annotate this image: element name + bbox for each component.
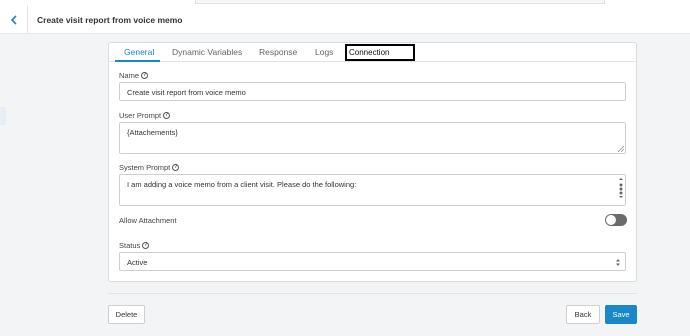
sidebar-marker: [0, 107, 6, 125]
help-icon[interactable]: ?: [172, 164, 180, 171]
system-prompt-label: System Prompt ?: [119, 163, 180, 172]
system-prompt-value: I am adding a voice memo from a client v…: [127, 180, 357, 189]
active-tab-underline: [115, 60, 160, 62]
select-arrows-icon: [616, 259, 620, 266]
tab-response[interactable]: Response: [259, 47, 297, 57]
system-prompt-textarea[interactable]: I am adding a voice memo from a client v…: [119, 174, 626, 206]
user-prompt-label: User Prompt ?: [119, 111, 171, 120]
help-icon[interactable]: ?: [142, 242, 150, 249]
delete-button[interactable]: Delete: [108, 305, 145, 324]
scroll-dots-icon[interactable]: [618, 177, 624, 199]
toggle-knob: [606, 215, 616, 225]
help-icon[interactable]: ?: [141, 72, 149, 79]
status-select[interactable]: Active: [119, 252, 626, 271]
back-button[interactable]: Back: [566, 305, 600, 324]
status-label-text: Status: [119, 241, 141, 250]
status-label: Status ?: [119, 241, 150, 250]
help-icon[interactable]: ?: [163, 112, 171, 119]
status-value: Active: [127, 258, 148, 267]
system-prompt-label-text: System Prompt: [119, 163, 171, 172]
tab-dynamic-variables[interactable]: Dynamic Variables: [172, 47, 242, 57]
tab-general[interactable]: General: [124, 47, 154, 57]
top-strip-segment: [195, 0, 605, 4]
tab-bar: General Dynamic Variables Response Logs …: [109, 43, 636, 62]
user-prompt-textarea[interactable]: {Attachements}: [119, 122, 626, 154]
name-label: Name ?: [119, 71, 149, 80]
tab-logs[interactable]: Logs: [315, 47, 333, 57]
footer-divider: [108, 293, 637, 294]
tab-connection[interactable]: Connection: [349, 48, 389, 57]
save-button[interactable]: Save: [605, 305, 637, 324]
page-title: Create visit report from voice memo: [37, 15, 183, 25]
name-value: Create visit report from voice memo: [127, 88, 246, 97]
name-label-text: Name: [119, 71, 140, 80]
chevron-left-icon: [10, 14, 17, 25]
user-prompt-value: {Attachements}: [127, 128, 178, 137]
allow-attachment-toggle[interactable]: [605, 214, 627, 226]
user-prompt-label-text: User Prompt: [119, 111, 162, 120]
allow-attachment-label: Allow Attachment: [119, 216, 177, 225]
resize-handle-icon[interactable]: [618, 146, 624, 152]
form-card: General Dynamic Variables Response Logs …: [108, 42, 637, 282]
name-input[interactable]: Create visit report from voice memo: [119, 82, 626, 101]
back-nav-button[interactable]: [0, 5, 28, 34]
